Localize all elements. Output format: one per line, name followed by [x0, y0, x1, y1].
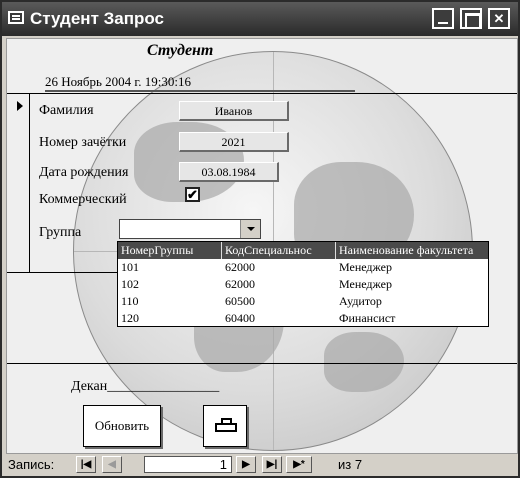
first-record-button[interactable]: |◀: [76, 456, 96, 473]
birth-date-field[interactable]: 03.08.1984: [179, 162, 279, 182]
column-header-specialty-code: КодСпециальнос: [222, 242, 336, 259]
form-icon: [8, 11, 24, 24]
group-combobox[interactable]: [119, 219, 261, 239]
close-button[interactable]: ✕: [488, 8, 510, 29]
surname-label: Фамилия: [39, 103, 94, 118]
previous-record-button[interactable]: ◀: [102, 456, 122, 473]
record-selector-border: [29, 93, 30, 273]
last-record-button[interactable]: ▶|: [262, 456, 282, 473]
datetime-underline: [45, 90, 355, 92]
window-title: Студент Запрос: [30, 9, 164, 28]
printer-icon: [215, 418, 237, 434]
dropdown-row[interactable]: 120 60400 Финансист: [118, 310, 488, 327]
record-label: Запись:: [8, 457, 55, 472]
maximize-button[interactable]: [460, 8, 482, 29]
form-body: Студент 26 Ноябрь 2004 г. 19:30:16 Фамил…: [6, 38, 518, 454]
column-header-group-number: НомерГруппы: [118, 242, 222, 259]
column-header-faculty-name: Наименование факультета: [339, 243, 474, 257]
record-book-field[interactable]: 2021: [179, 132, 289, 152]
dean-signature-line: Декан________________: [71, 379, 220, 394]
surname-field[interactable]: Иванов: [179, 101, 289, 121]
header-divider: [7, 93, 517, 94]
dropdown-header: НомерГруппы КодСпециальнос Наименование …: [118, 242, 488, 259]
record-total: из 7: [338, 457, 363, 472]
refresh-button[interactable]: Обновить: [83, 405, 161, 447]
commercial-label: Коммерческий: [39, 192, 127, 207]
print-button[interactable]: [203, 405, 247, 447]
dropdown-row[interactable]: 101 62000 Менеджер: [118, 259, 488, 276]
dropdown-row[interactable]: 102 62000 Менеджер: [118, 276, 488, 293]
form-window: Студент Запрос ✕ Студент 26 Ноябрь 2004 …: [0, 0, 520, 478]
group-dropdown-list[interactable]: НомерГруппы КодСпециальнос Наименование …: [117, 241, 489, 327]
new-record-button[interactable]: ▶*: [286, 456, 312, 473]
current-record-input[interactable]: 1: [144, 456, 232, 473]
record-navigation-bar: Запись: |◀ ◀ 1 ▶ ▶| ▶* из 7: [2, 454, 518, 476]
next-record-button[interactable]: ▶: [236, 456, 256, 473]
dropdown-row[interactable]: 110 60500 Аудитор: [118, 293, 488, 310]
group-label: Группа: [39, 225, 82, 240]
title-bar[interactable]: Студент Запрос ✕: [2, 2, 518, 36]
record-book-label: Номер зачётки: [39, 135, 127, 150]
form-title: Студент: [147, 42, 214, 59]
chevron-down-icon[interactable]: [240, 220, 260, 238]
detail-divider: [7, 272, 119, 273]
footer-divider: [7, 363, 517, 364]
commercial-checkbox[interactable]: ✔: [185, 187, 200, 202]
minimize-button[interactable]: [432, 8, 454, 29]
report-datetime: 26 Ноябрь 2004 г. 19:30:16: [45, 74, 192, 89]
record-selector-arrow-icon[interactable]: [17, 101, 23, 111]
birth-date-label: Дата рождения: [39, 165, 129, 180]
